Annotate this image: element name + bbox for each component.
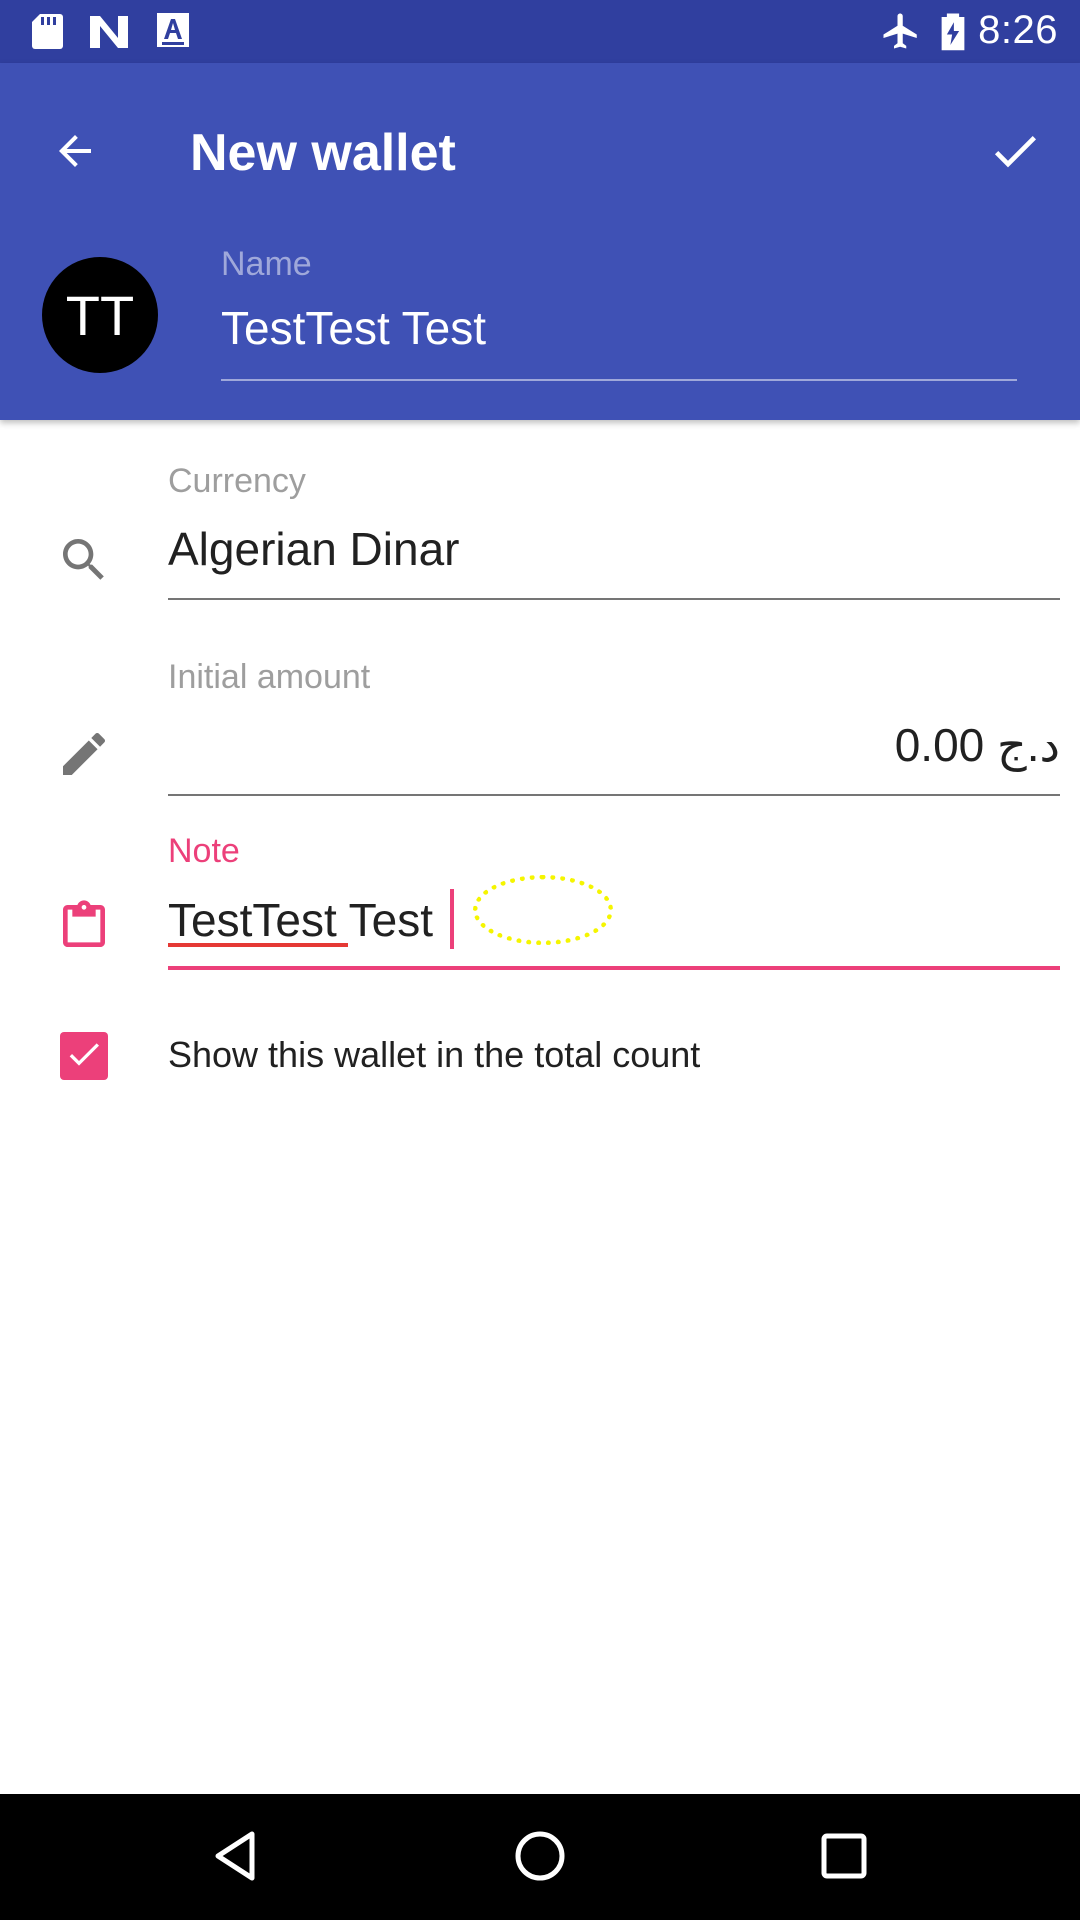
- clock: 8:26: [978, 8, 1058, 52]
- text-cursor: [450, 889, 454, 949]
- save-button[interactable]: [970, 108, 1060, 198]
- note-underline: [168, 966, 1060, 970]
- currency-field[interactable]: Algerian Dinar: [168, 522, 1060, 576]
- back-triangle-icon: [208, 1828, 264, 1889]
- show-in-total-checkbox[interactable]: [60, 1032, 108, 1080]
- check-icon: [64, 1034, 104, 1079]
- sd-card-icon: [30, 12, 64, 55]
- currency-underline: [168, 598, 1060, 600]
- show-in-total-label[interactable]: Show this wallet in the total count: [168, 1034, 700, 1076]
- page-title: New wallet: [190, 124, 456, 182]
- navigation-bar: [0, 1794, 1080, 1920]
- check-icon: [987, 123, 1043, 184]
- search-icon: [52, 528, 116, 592]
- name-label: Name: [221, 245, 312, 283]
- amount-label: Initial amount: [168, 658, 371, 696]
- arrow-left-icon: [51, 127, 99, 180]
- currency-label: Currency: [168, 462, 306, 500]
- nav-home-button[interactable]: [500, 1818, 580, 1898]
- battery-charging-icon: [938, 10, 968, 57]
- name-field[interactable]: TestTest Test: [221, 301, 1017, 355]
- home-circle-icon: [512, 1828, 568, 1889]
- recents-square-icon: [816, 1828, 872, 1889]
- note-label: Note: [168, 832, 240, 870]
- amount-field[interactable]: 0.00 د.ج: [168, 718, 1060, 772]
- font-a-icon: [156, 12, 190, 53]
- nav-back-button[interactable]: [196, 1818, 276, 1898]
- name-underline: [221, 379, 1017, 381]
- app-bar: New wallet TT Name TestTest Test: [0, 63, 1080, 420]
- status-bar: 8:26: [0, 0, 1080, 63]
- clipboard-icon: [52, 894, 116, 958]
- note-field[interactable]: TestTest Test: [168, 893, 1060, 947]
- nav-recents-button[interactable]: [804, 1818, 884, 1898]
- airplane-mode-icon: [880, 10, 922, 57]
- amount-underline: [168, 794, 1060, 796]
- back-button[interactable]: [30, 108, 120, 198]
- spellcheck-underline: [168, 943, 348, 947]
- tap-indicator: [473, 875, 613, 945]
- pencil-icon: [52, 722, 116, 786]
- n-logo-icon: [88, 12, 130, 55]
- avatar[interactable]: TT: [42, 257, 158, 373]
